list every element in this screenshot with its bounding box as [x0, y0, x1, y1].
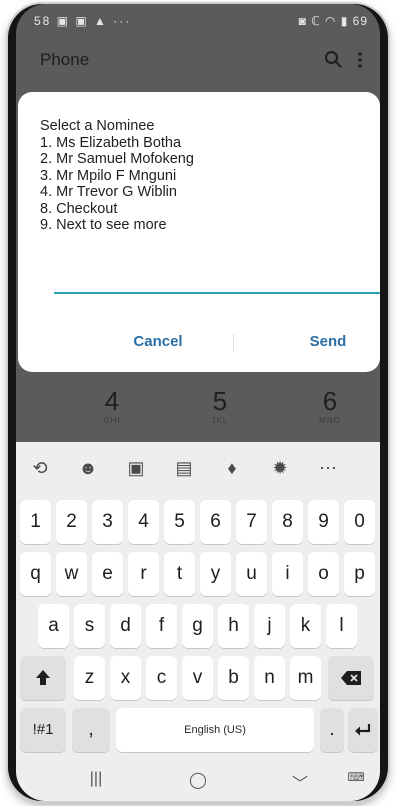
key[interactable]: x	[110, 656, 141, 700]
key[interactable]: q	[20, 552, 51, 596]
dialog-line: 8. Checkout	[40, 200, 118, 217]
key[interactable]: h	[218, 604, 249, 648]
settings-icon[interactable]: ✹	[264, 456, 296, 480]
key[interactable]: n	[254, 656, 285, 700]
dialpad-letters: JKL	[211, 416, 229, 425]
dialpad-letters: MNO	[319, 416, 341, 425]
cancel-button[interactable]: Cancel	[98, 328, 218, 356]
keyboard-row-1: q w e r t y u i o p	[16, 552, 380, 596]
key[interactable]: 3	[92, 500, 123, 544]
key[interactable]: 1	[20, 500, 51, 544]
more-icon[interactable]: ⋯	[312, 456, 344, 480]
dialpad-key-6[interactable]: 6 MNO	[300, 386, 360, 425]
key[interactable]: w	[56, 552, 87, 596]
key[interactable]: 7	[236, 500, 267, 544]
screen: 58 ▣ ▣ ▲ ··· ◙ ℂ ◠ ▮ 69 Phone 4 GHI 5 JK…	[16, 4, 380, 801]
key[interactable]: t	[164, 552, 195, 596]
keyboard-row-2: a s d f g h j k l	[16, 604, 380, 648]
dialog-line: 9. Next to see more	[40, 217, 167, 233]
key[interactable]: f	[146, 604, 177, 648]
button-divider	[233, 334, 234, 352]
dialpad-key-5[interactable]: 5 JKL	[190, 386, 250, 425]
keyboard-number-row: 1 2 3 4 5 6 7 8 9 0	[16, 500, 380, 544]
key[interactable]: 0	[344, 500, 375, 544]
key[interactable]: r	[128, 552, 159, 596]
emoji-icon[interactable]: ☻	[72, 456, 104, 480]
keyboard-switch-icon[interactable]: ⌨	[336, 770, 376, 784]
translate-icon[interactable]: ⟲	[24, 456, 56, 480]
dialpad-digit: 4	[104, 386, 120, 416]
dialog-message: Select a Nominee 1. Ms Elizabeth Botha 2…	[40, 118, 194, 234]
key[interactable]: v	[182, 656, 213, 700]
keyboard: ⟲ ☻ ▣ ▤ ♦ ✹ ⋯ 1 2 3 4 5 6 7 8 9 0 q w e …	[16, 442, 380, 801]
key[interactable]: m	[290, 656, 321, 700]
enter-icon	[355, 723, 371, 736]
clipboard-icon[interactable]: ▤	[168, 456, 200, 480]
sticker-icon[interactable]: ▣	[120, 456, 152, 480]
period-key[interactable]: .	[320, 708, 344, 752]
enter-key[interactable]	[348, 708, 378, 752]
more-vert-icon[interactable]	[356, 50, 364, 70]
dialpad-digit: 5	[212, 386, 228, 416]
key[interactable]: 9	[308, 500, 339, 544]
key[interactable]: 8	[272, 500, 303, 544]
dialpad-key-4[interactable]: 4 GHI	[82, 386, 142, 425]
phone-frame: 58 ▣ ▣ ▲ ··· ◙ ℂ ◠ ▮ 69 Phone 4 GHI 5 JK…	[8, 4, 388, 801]
symbols-key[interactable]: !#1	[20, 708, 66, 752]
key[interactable]: b	[218, 656, 249, 700]
key[interactable]: j	[254, 604, 285, 648]
mic-icon[interactable]: ♦	[216, 456, 248, 480]
key[interactable]: 4	[128, 500, 159, 544]
dialog-line: Select a Nominee	[40, 118, 155, 134]
key[interactable]: u	[236, 552, 267, 596]
key[interactable]: g	[182, 604, 213, 648]
dialog-line: 4. Mr Trevor G Wiblin	[40, 184, 177, 200]
space-key[interactable]: English (US)	[116, 708, 314, 752]
search-icon[interactable]	[324, 50, 342, 68]
key[interactable]: a	[38, 604, 69, 648]
app-title: Phone	[40, 50, 90, 69]
comma-key[interactable]: ,	[72, 708, 110, 752]
key[interactable]: l	[326, 604, 357, 648]
shift-key[interactable]	[20, 656, 66, 700]
keyboard-bottom-row: !#1 , English (US) .	[16, 708, 380, 752]
reply-input[interactable]	[54, 292, 380, 294]
backspace-key[interactable]	[328, 656, 374, 700]
key[interactable]: e	[92, 552, 123, 596]
status-bar: 58 ▣ ▣ ▲ ··· ◙ ℂ ◠ ▮ 69	[16, 4, 380, 34]
send-button[interactable]: Send	[268, 328, 380, 356]
key[interactable]: o	[308, 552, 339, 596]
status-left: 58 ▣ ▣ ▲ ···	[34, 14, 132, 28]
key[interactable]: c	[146, 656, 177, 700]
status-right: ◙ ℂ ◠ ▮ 69	[298, 14, 368, 28]
dialpad-letters: GHI	[103, 416, 121, 425]
home-button[interactable]: ◯	[178, 770, 218, 790]
key[interactable]: i	[272, 552, 303, 596]
key[interactable]: d	[110, 604, 141, 648]
back-button[interactable]: ﹀	[280, 770, 320, 794]
dialpad-digit: 6	[322, 386, 338, 416]
ussd-dialog: Select a Nominee 1. Ms Elizabeth Botha 2…	[18, 92, 380, 372]
key[interactable]: 5	[164, 500, 195, 544]
shift-icon	[36, 669, 50, 685]
dialog-line: 3. Mr Mpilo F Mnguni	[40, 167, 177, 184]
key[interactable]: 6	[200, 500, 231, 544]
app-bar: Phone	[16, 34, 380, 84]
dialog-line: 2. Mr Samuel Mofokeng	[40, 151, 194, 167]
key[interactable]: 2	[56, 500, 87, 544]
backspace-icon	[341, 670, 361, 685]
keyboard-toolbar: ⟲ ☻ ▣ ▤ ♦ ✹ ⋯	[16, 442, 380, 494]
keyboard-row-3: z x c v b n m	[16, 656, 380, 700]
navigation-bar: ||| ◯ ﹀ ⌨	[16, 762, 380, 801]
key[interactable]: s	[74, 604, 105, 648]
key[interactable]: p	[344, 552, 375, 596]
recents-button[interactable]: |||	[76, 770, 116, 788]
key[interactable]: k	[290, 604, 321, 648]
key[interactable]: z	[74, 656, 105, 700]
key[interactable]: y	[200, 552, 231, 596]
dialog-line: 1. Ms Elizabeth Botha	[40, 134, 182, 151]
